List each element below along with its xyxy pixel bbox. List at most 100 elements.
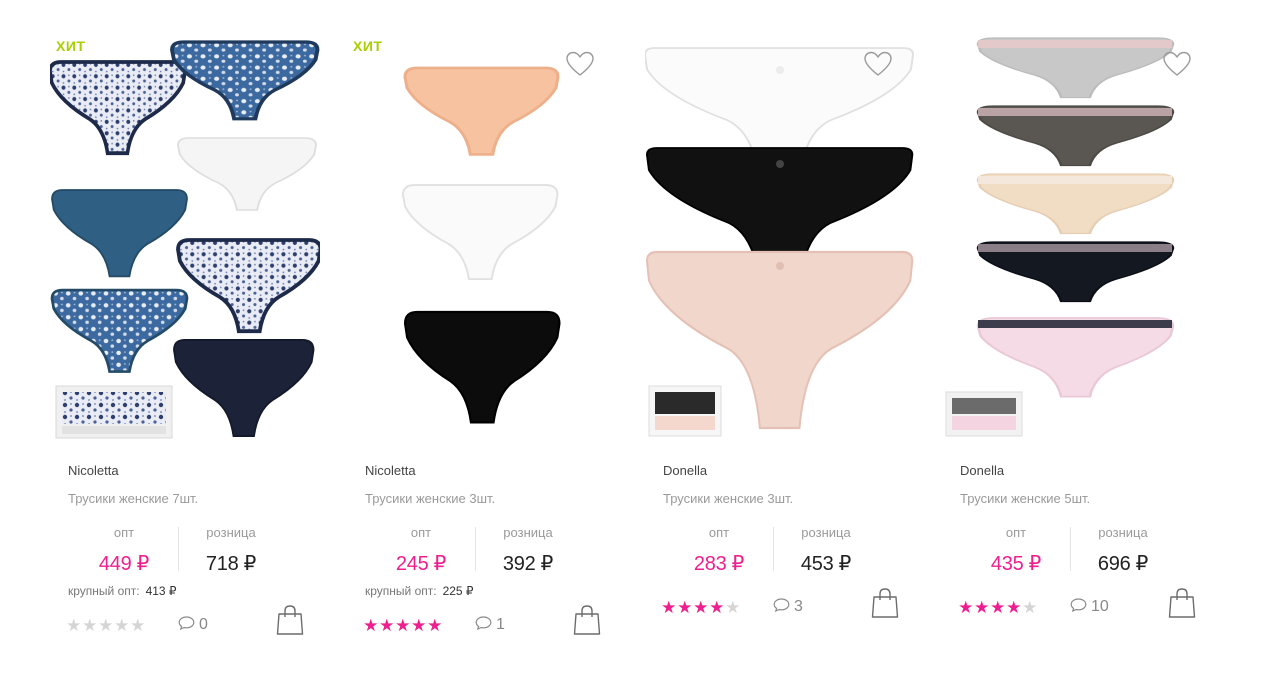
price-retail: розница 453 ₽: [766, 525, 886, 576]
product-image[interactable]: [645, 30, 915, 440]
star-icon: ★: [363, 616, 379, 635]
comment-icon: [773, 598, 790, 612]
price-opt: опт 245 ₽: [361, 525, 481, 576]
price-opt-label: опт: [113, 525, 135, 540]
price-retail: розница 696 ₽: [1063, 525, 1183, 576]
heart-outline-icon: [864, 51, 892, 76]
price-retail-label: розница: [206, 525, 256, 540]
star-icon: ★: [990, 598, 1006, 617]
shopping-bag-icon: [573, 605, 601, 635]
price-opt-label: опт: [1005, 525, 1027, 540]
price-opt-value: 245 ₽: [395, 553, 447, 575]
star-icon: ★: [411, 616, 427, 635]
heart-outline-icon: [566, 51, 594, 76]
price-retail-value: 453 ₽: [800, 553, 852, 575]
price-retail-label: розница: [1098, 525, 1148, 540]
star-icon: ★: [709, 598, 725, 617]
comments-count[interactable]: 0: [178, 616, 208, 633]
price-opt: опт 435 ₽: [956, 525, 1076, 576]
price-opt-label: опт: [708, 525, 730, 540]
product-photo-3-pack: [401, 66, 561, 424]
price-retail: розница 718 ₽: [171, 525, 291, 576]
price-opt-value: 283 ₽: [693, 553, 745, 575]
price-block: опт 435 ₽ розница 696 ₽: [942, 525, 1182, 581]
product-brand[interactable]: Donella: [663, 463, 707, 478]
bulk-price-value: 225 ₽: [442, 584, 474, 598]
comments-count-value: 3: [794, 598, 803, 615]
star-icon: ★: [958, 598, 974, 617]
price-opt-value: 449 ₽: [98, 553, 150, 575]
price-block: опт 449 ₽ розница 718 ₽: [50, 525, 290, 581]
shopping-bag-icon: [276, 605, 304, 635]
add-to-cart-button[interactable]: [871, 587, 899, 619]
star-icon: ★: [693, 598, 709, 617]
comments-count[interactable]: 10: [1070, 598, 1109, 615]
price-retail-label: розница: [801, 525, 851, 540]
price-retail: розница 392 ₽: [468, 525, 588, 576]
bulk-price-value: 413 ₽: [145, 584, 177, 598]
price-retail-value: 696 ₽: [1097, 553, 1149, 575]
product-name[interactable]: Трусики женские 3шт.: [663, 491, 793, 506]
product-photo-5-pack: [945, 36, 1175, 437]
product-name[interactable]: Трусики женские 3шт.: [365, 491, 495, 506]
product-brand[interactable]: Nicoletta: [365, 463, 416, 478]
star-icon: ★: [974, 598, 990, 617]
price-retail-value: 718 ₽: [205, 553, 257, 575]
product-brand[interactable]: Donella: [960, 463, 1004, 478]
favorite-button[interactable]: [863, 50, 893, 78]
product-photo-3-pack: [645, 47, 914, 437]
rating-stars: ★★★★★: [958, 599, 1038, 616]
star-icon: ★: [725, 598, 741, 617]
star-icon: ★: [66, 616, 82, 635]
comment-icon: [178, 616, 195, 630]
comments-count[interactable]: 1: [475, 616, 505, 633]
bulk-price-label: крупный опт:: [365, 584, 437, 598]
hit-badge: ХИТ: [56, 38, 86, 54]
star-icon: ★: [395, 616, 411, 635]
star-icon: ★: [1006, 598, 1022, 617]
product-image[interactable]: [50, 30, 320, 440]
price-opt: опт 283 ₽: [659, 525, 779, 576]
product-card[interactable]: Donella Трусики женские 3шт. опт 283 ₽ р…: [645, 0, 942, 685]
star-icon: ★: [130, 616, 146, 635]
add-to-cart-button[interactable]: [276, 604, 304, 636]
product-name[interactable]: Трусики женские 5шт.: [960, 491, 1090, 506]
comments-count-value: 1: [496, 616, 505, 633]
star-icon: ★: [427, 616, 443, 635]
add-to-cart-button[interactable]: [1168, 587, 1196, 619]
price-opt-value: 435 ₽: [990, 553, 1042, 575]
rating-stars: ★★★★★: [66, 617, 146, 634]
star-icon: ★: [98, 616, 114, 635]
price-block: опт 245 ₽ розница 392 ₽: [347, 525, 587, 581]
comments-count[interactable]: 3: [773, 598, 803, 615]
rating-stars: ★★★★★: [661, 599, 741, 616]
price-opt-label: опт: [410, 525, 432, 540]
price-block: опт 283 ₽ розница 453 ₽: [645, 525, 885, 581]
add-to-cart-button[interactable]: [573, 604, 601, 636]
product-card[interactable]: ХИТ Nicoletta Трусики женские 7шт. опт 4…: [50, 0, 347, 685]
comment-icon: [475, 616, 492, 630]
comments-count-value: 0: [199, 616, 208, 633]
product-photo-7-pack: [50, 40, 320, 439]
shopping-bag-icon: [1168, 588, 1196, 618]
heart-outline-icon: [1163, 51, 1191, 76]
hit-badge: ХИТ: [353, 38, 383, 54]
favorite-button[interactable]: [1162, 50, 1192, 78]
favorite-button[interactable]: [565, 50, 595, 78]
price-opt: опт 449 ₽: [64, 525, 184, 576]
product-card[interactable]: ХИТ Nicoletta Трусики женские 3шт. опт 2…: [347, 0, 644, 685]
star-icon: ★: [82, 616, 98, 635]
product-name[interactable]: Трусики женские 7шт.: [68, 491, 198, 506]
price-retail-label: розница: [503, 525, 553, 540]
product-brand[interactable]: Nicoletta: [68, 463, 119, 478]
product-image[interactable]: [942, 30, 1212, 440]
comment-icon: [1070, 598, 1087, 612]
comments-count-value: 10: [1091, 598, 1109, 615]
product-card[interactable]: Donella Трусики женские 5шт. опт 435 ₽ р…: [942, 0, 1239, 685]
product-image[interactable]: [347, 30, 617, 440]
price-retail-value: 392 ₽: [502, 553, 554, 575]
star-icon: ★: [114, 616, 130, 635]
bulk-price-label: крупный опт:: [68, 584, 140, 598]
bulk-price: крупный опт: 225 ₽: [365, 584, 474, 598]
rating-stars: ★★★★★: [363, 617, 443, 634]
